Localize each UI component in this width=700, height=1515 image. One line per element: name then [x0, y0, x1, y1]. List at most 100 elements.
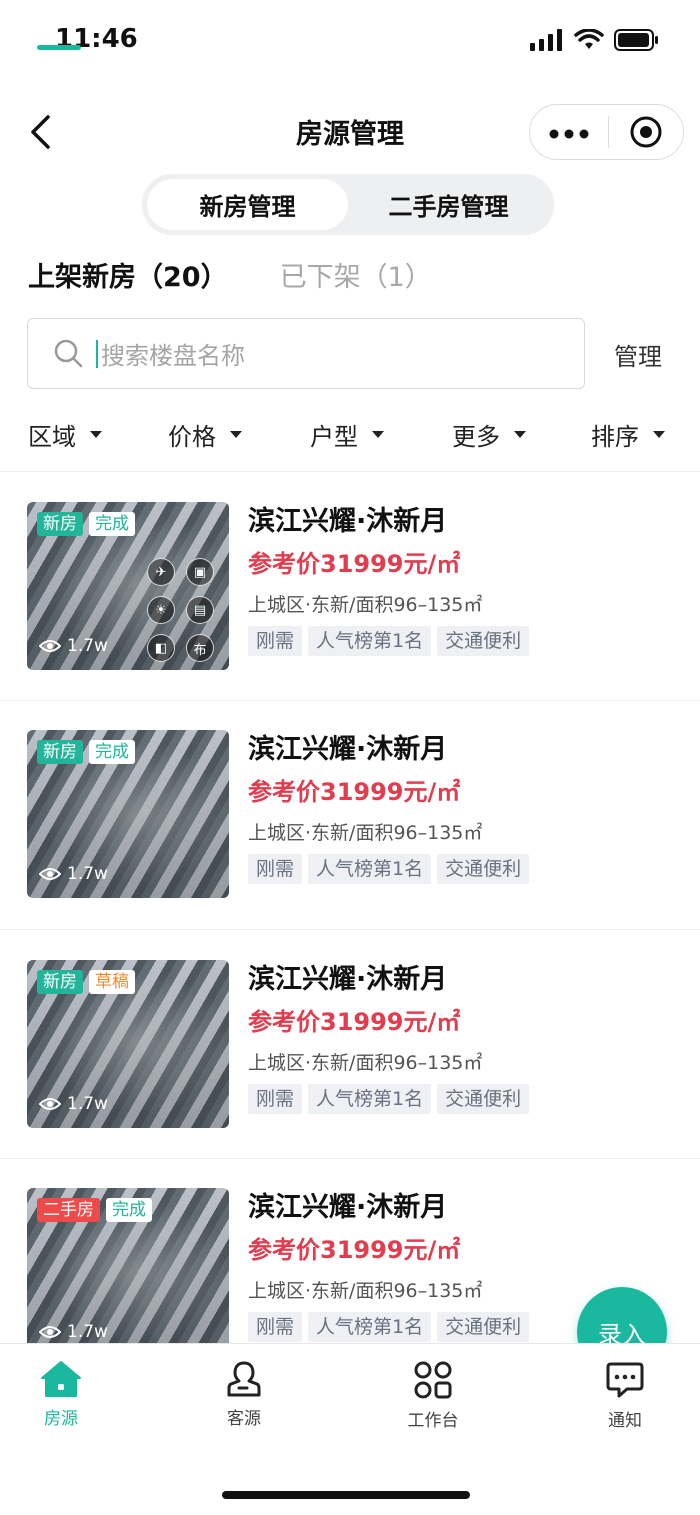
home-indicator: [222, 1491, 470, 1499]
tabbar-label: 通知: [608, 1411, 642, 1431]
tabbar-label: 房源: [44, 1409, 78, 1429]
bottom-tabbar: 房源 客源 工作台 通知: [0, 1343, 700, 1515]
listing-info: 滨江兴耀·沐新月 参考价31999元/㎡ 上城区·东新/面积96–135㎡ 刚需…: [248, 502, 688, 656]
helicopter-icon: ✈: [147, 558, 175, 586]
type-tag: 新房: [37, 970, 83, 994]
feature-label: 刚需: [248, 1312, 303, 1342]
view-count: 1.7w: [39, 864, 108, 884]
listing-price: 参考价31999元/㎡: [248, 1236, 461, 1264]
segment-new-house[interactable]: 新房管理: [147, 179, 348, 230]
listing-tabs: 上架新房（20） 已下架（1）: [28, 255, 432, 294]
filter-label: 区域: [28, 423, 76, 451]
listing-area: 上城区·东新/面积96–135㎡: [248, 1052, 483, 1074]
filter-region[interactable]: 区域: [28, 417, 102, 452]
view-count: 1.7w: [39, 636, 108, 656]
sun-icon: ☀: [147, 596, 175, 624]
tabbar-label: 工作台: [407, 1411, 459, 1431]
text-cursor: [96, 339, 98, 368]
tab-listed[interactable]: 上架新房（20）: [28, 255, 228, 294]
status-tag: 完成: [89, 512, 135, 536]
filter-more[interactable]: 更多: [452, 417, 526, 452]
segment-second-hand[interactable]: 二手房管理: [348, 179, 549, 230]
wifi-icon: [574, 29, 604, 49]
more-dots-icon[interactable]: [530, 120, 608, 145]
view-count: 1.7w: [39, 1094, 108, 1114]
tabbar-item-workbench[interactable]: 工作台: [383, 1360, 483, 1431]
filter-label: 价格: [168, 423, 216, 451]
listing-price: 参考价31999元/㎡: [248, 550, 461, 578]
view-count-value: 1.7w: [67, 864, 108, 884]
caret-down-icon: [90, 431, 102, 438]
listing-photo: 二手房 完成 1.7w: [27, 1188, 229, 1356]
battery-icon: [614, 29, 658, 51]
status-tag: 完成: [106, 1198, 152, 1222]
listing-photo: 新房 完成 1.7w: [27, 730, 229, 898]
listing-photo: 新房 完成 ✈ ▣ ☀ ▤ ◧ 布 1.7w: [27, 502, 229, 670]
listing-area: 上城区·东新/面积96–135㎡: [248, 822, 483, 844]
status-bar: 11:46: [0, 0, 700, 88]
feature-label: 人气榜第1名: [308, 1312, 432, 1342]
status-tag: 草稿: [89, 970, 135, 994]
filter-price[interactable]: 价格: [168, 417, 242, 452]
feature-label: 交通便利: [437, 626, 530, 656]
eye-icon: [39, 868, 61, 880]
signal-icon: [530, 29, 562, 51]
tabbar-item-listings[interactable]: 房源: [11, 1360, 111, 1429]
view-count: 1.7w: [39, 1322, 108, 1342]
search-input[interactable]: 搜索楼盘名称: [27, 318, 585, 389]
tabbar-label: 客源: [227, 1409, 261, 1429]
listing-info: 滨江兴耀·沐新月 参考价31999元/㎡ 上城区·东新/面积96–135㎡ 刚需…: [248, 960, 688, 1114]
feature-label: 刚需: [248, 854, 303, 884]
filter-label: 排序: [591, 423, 639, 451]
listing-name: 滨江兴耀·沐新月: [248, 1192, 448, 1223]
tab-active-indicator: [37, 45, 81, 50]
feature-label: 交通便利: [437, 1312, 530, 1342]
caret-down-icon: [514, 431, 526, 438]
feature-label: 交通便利: [437, 854, 530, 884]
filter-layout[interactable]: 户型: [310, 417, 384, 452]
type-tag: 新房: [37, 512, 83, 536]
mini-program-capsule: [529, 104, 684, 160]
manage-button[interactable]: 管理: [614, 337, 662, 372]
listing-photo: 新房 草稿 1.7w: [27, 960, 229, 1128]
listing-area: 上城区·东新/面积96–135㎡: [248, 594, 483, 616]
listing-card[interactable]: 新房 完成 1.7w 滨江兴耀·沐新月 参考价31999元/㎡ 上城区·东新/面…: [0, 700, 700, 900]
chat-icon: [606, 1362, 644, 1398]
listing-name: 滨江兴耀·沐新月: [248, 734, 448, 765]
eye-icon: [39, 640, 61, 652]
status-tag: 完成: [89, 740, 135, 764]
tab-delisted[interactable]: 已下架（1）: [280, 255, 432, 294]
status-icons: [530, 28, 660, 52]
feature-label: 交通便利: [437, 1084, 530, 1114]
close-target-icon[interactable]: [609, 115, 683, 149]
listing-card[interactable]: 新房 完成 ✈ ▣ ☀ ▤ ◧ 布 1.7w 滨江兴耀·沐新月 参考价31999…: [0, 472, 700, 672]
feature-label: 人气榜第1名: [308, 1084, 432, 1114]
view-count-value: 1.7w: [67, 1094, 108, 1114]
nav-bar: 房源管理: [0, 100, 700, 164]
filter-label: 户型: [310, 423, 358, 451]
type-tag: 新房: [37, 740, 83, 764]
listing-card[interactable]: 新房 草稿 1.7w 滨江兴耀·沐新月 参考价31999元/㎡ 上城区·东新/面…: [0, 930, 700, 1130]
image-icon: ▣: [186, 558, 214, 586]
view-count-value: 1.7w: [67, 636, 108, 656]
feature-label: 刚需: [248, 626, 303, 656]
bu-icon: 布: [186, 634, 214, 662]
listing-name: 滨江兴耀·沐新月: [248, 506, 448, 537]
listing-info: 滨江兴耀·沐新月 参考价31999元/㎡ 上城区·东新/面积96–135㎡ 刚需…: [248, 730, 688, 884]
listing-price: 参考价31999元/㎡: [248, 778, 461, 806]
view-count-value: 1.7w: [67, 1322, 108, 1342]
filter-label: 更多: [452, 423, 500, 451]
search-placeholder: 搜索楼盘名称: [101, 342, 245, 370]
layout-icon: ◧: [147, 634, 175, 662]
caret-down-icon: [230, 431, 242, 438]
caret-down-icon: [653, 431, 665, 438]
filter-sort[interactable]: 排序: [591, 417, 665, 452]
feature-label: 人气榜第1名: [308, 626, 432, 656]
tabbar-item-clients[interactable]: 客源: [194, 1360, 294, 1429]
listing-name: 滨江兴耀·沐新月: [248, 964, 448, 995]
media-icons: ✈ ▣ ☀ ▤ ◧ 布: [147, 558, 217, 662]
type-tag: 二手房: [37, 1198, 100, 1222]
tabbar-item-notifications[interactable]: 通知: [575, 1360, 675, 1431]
filter-bar: 区域 价格 户型 更多 排序: [28, 417, 678, 451]
search-icon: [54, 339, 83, 367]
